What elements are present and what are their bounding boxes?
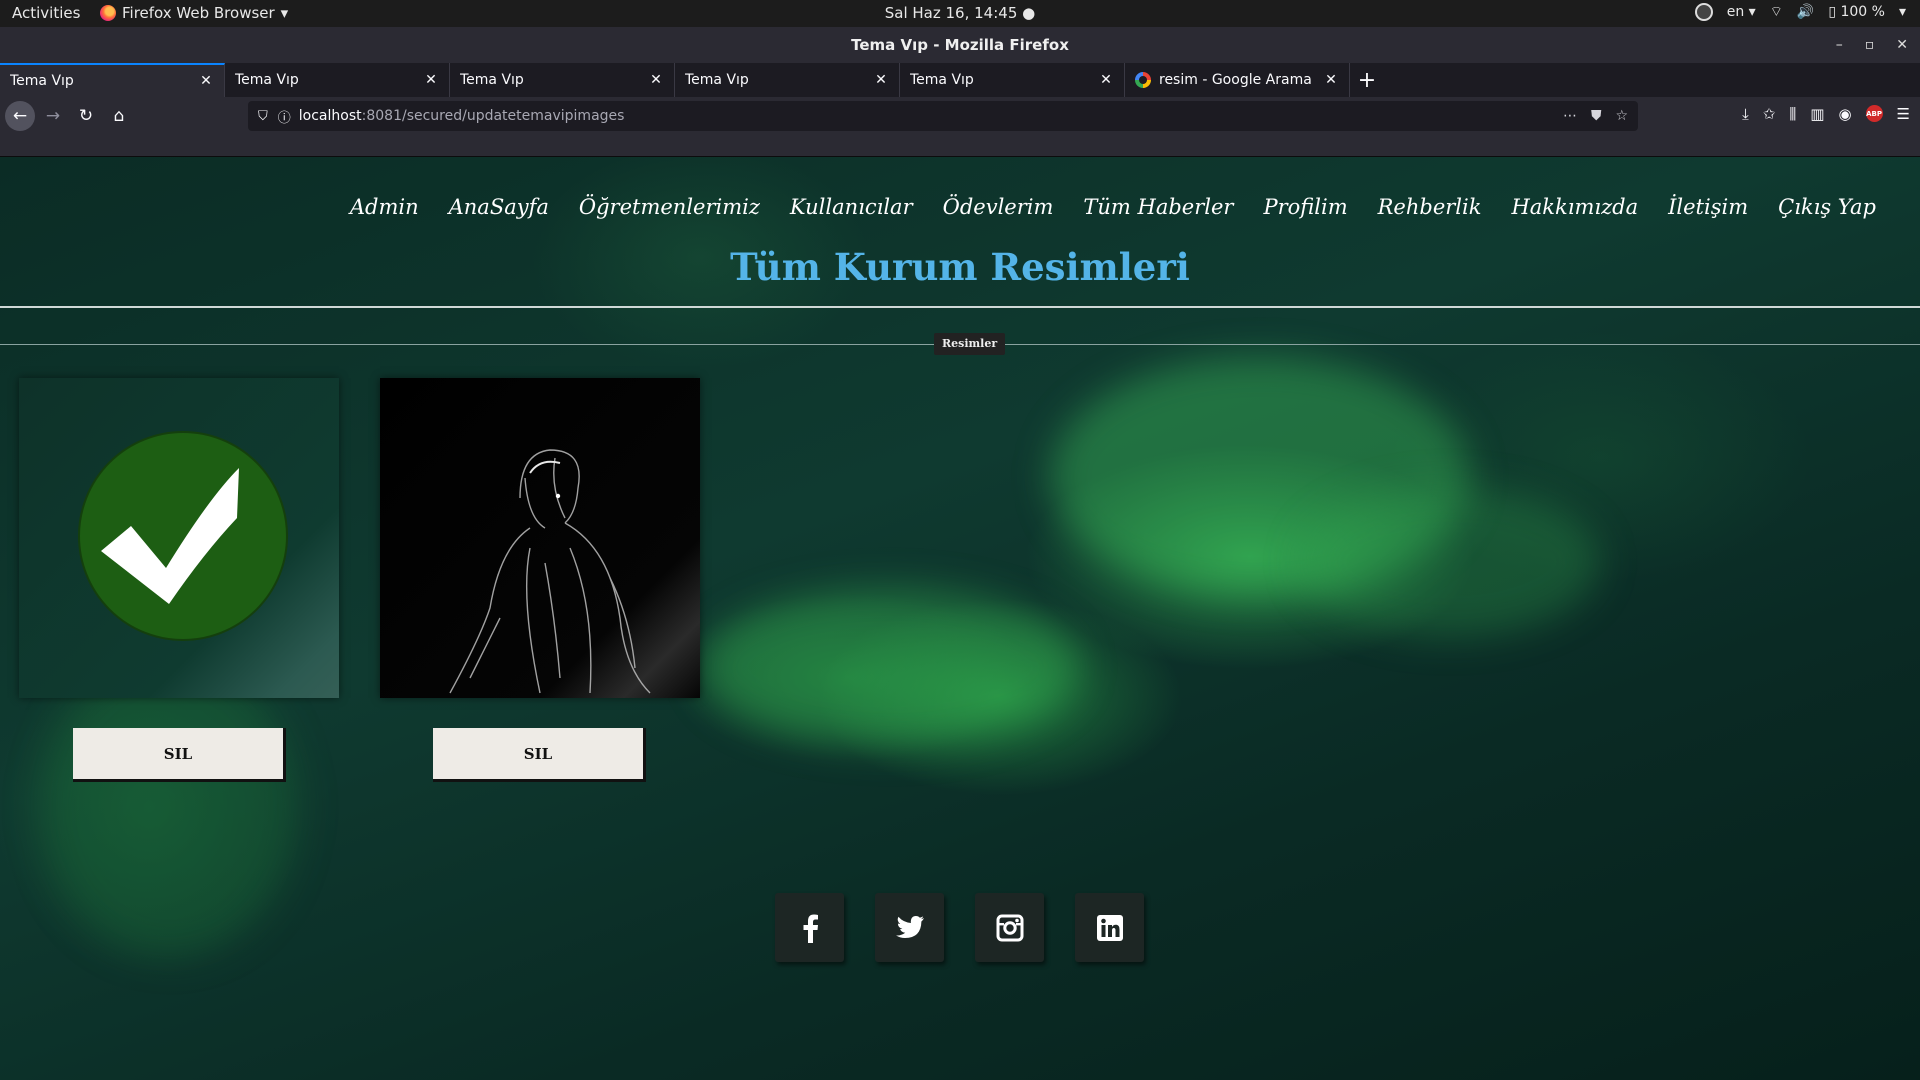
instagram-link[interactable] bbox=[975, 893, 1044, 962]
system-menu-chevron-icon[interactable]: ▾ bbox=[1899, 4, 1906, 20]
maximize-icon[interactable]: ▫ bbox=[1865, 27, 1875, 63]
linkedin-icon bbox=[1096, 914, 1123, 941]
back-button[interactable]: ← bbox=[5, 101, 35, 131]
account-icon[interactable]: ◉ bbox=[1838, 105, 1851, 123]
tab[interactable]: resim - Google Arama ✕ bbox=[1125, 63, 1350, 97]
language-label: en bbox=[1726, 4, 1745, 20]
page-title: Tüm Kurum Resimleri bbox=[730, 245, 1190, 289]
twitter-link[interactable] bbox=[875, 893, 944, 962]
chevron-down-icon: ▾ bbox=[280, 4, 289, 22]
volume-icon: 🔊 bbox=[1796, 4, 1815, 20]
close-tab-icon[interactable]: ✕ bbox=[423, 72, 439, 88]
nav-ogretmenlerimiz[interactable]: Öğretmenlerimiz bbox=[579, 195, 760, 219]
navigation-toolbar: ← → ↻ ⌂ ⛉ ⓘ localhost:8081/secured/updat… bbox=[0, 97, 1920, 135]
tab-label: Tema Vıp bbox=[685, 72, 749, 88]
url-path: :8081/secured/updatetemavipimages bbox=[361, 108, 625, 124]
minimize-icon[interactable]: – bbox=[1836, 27, 1843, 63]
tab[interactable]: Tema Vıp ✕ bbox=[225, 63, 450, 97]
facebook-icon bbox=[803, 914, 818, 943]
tab[interactable]: Tema Vıp ✕ bbox=[0, 63, 225, 97]
library-icon[interactable]: ⫼ bbox=[1789, 105, 1796, 123]
bookmark-star-icon[interactable]: ☆ bbox=[1615, 108, 1628, 124]
forward-button[interactable]: → bbox=[38, 101, 68, 131]
tab[interactable]: Tema Vıp ✕ bbox=[900, 63, 1125, 97]
home-button[interactable]: ⌂ bbox=[104, 101, 134, 131]
nav-admin[interactable]: Admin bbox=[350, 195, 419, 219]
close-tab-icon[interactable]: ✕ bbox=[1323, 72, 1339, 88]
accessibility-icon[interactable] bbox=[1694, 3, 1713, 21]
nav-kullanicilar[interactable]: Kullanıcılar bbox=[790, 195, 913, 219]
close-tab-icon[interactable]: ✕ bbox=[1098, 72, 1114, 88]
social-links bbox=[775, 893, 1144, 962]
linkedin-link[interactable] bbox=[1075, 893, 1144, 962]
nav-profilim[interactable]: Profilim bbox=[1263, 195, 1347, 219]
app-menu-label: Firefox Web Browser bbox=[122, 4, 275, 22]
reload-button[interactable]: ↻ bbox=[71, 101, 101, 131]
system-top-bar: Activities Firefox Web Browser ▾ Sal Haz… bbox=[0, 0, 1920, 27]
wifi-icon: ⌔ bbox=[1769, 4, 1783, 20]
close-tab-icon[interactable]: ✕ bbox=[648, 72, 664, 88]
checkmark-image bbox=[19, 378, 339, 698]
main-nav: Admin AnaSayfa Öğretmenlerimiz Kullanıcı… bbox=[350, 195, 1876, 219]
twitter-icon bbox=[895, 915, 924, 938]
tab-label: Tema Vıp bbox=[235, 72, 299, 88]
divider bbox=[0, 306, 1920, 308]
battery-label: 100 % bbox=[1840, 4, 1885, 20]
more-actions-icon[interactable]: ⋯ bbox=[1563, 108, 1577, 124]
url-bar[interactable]: ⛉ ⓘ localhost:8081/secured/updatetemavip… bbox=[248, 101, 1638, 131]
window-titlebar: Tema Vıp - Mozilla Firefox – ▫ ✕ bbox=[0, 27, 1920, 63]
language-indicator[interactable]: en ▾ bbox=[1727, 4, 1756, 20]
clock[interactable]: Sal Haz 16, 14:45 bbox=[885, 4, 1018, 22]
page-content: Admin AnaSayfa Öğretmenlerimiz Kullanıcı… bbox=[0, 157, 1920, 1080]
tab-label: Tema Vıp bbox=[910, 72, 974, 88]
background-fern bbox=[40, 657, 300, 957]
new-tab-button[interactable]: + bbox=[1350, 63, 1384, 97]
nav-iletisim[interactable]: İletişim bbox=[1668, 195, 1748, 219]
facebook-link[interactable] bbox=[775, 893, 844, 962]
close-tab-icon[interactable]: ✕ bbox=[873, 72, 889, 88]
hamburger-menu-icon[interactable]: ☰ bbox=[1897, 105, 1910, 123]
tab-strip: Tema Vıp ✕ Tema Vıp ✕ Tema Vıp ✕ Tema Vı… bbox=[0, 63, 1920, 97]
shield-icon[interactable]: ⛉ bbox=[258, 109, 268, 124]
tab-label: Tema Vıp bbox=[460, 72, 524, 88]
tab[interactable]: Tema Vıp ✕ bbox=[675, 63, 900, 97]
delete-image-button[interactable]: SIL bbox=[433, 728, 646, 782]
checkmark-icon bbox=[78, 431, 288, 641]
tab[interactable]: Tema Vıp ✕ bbox=[450, 63, 675, 97]
notification-dot-icon: ● bbox=[1022, 4, 1036, 22]
pocket-icon[interactable]: ⛊ bbox=[1591, 108, 1602, 124]
nav-odevlerim[interactable]: Ödevlerim bbox=[943, 195, 1054, 219]
delete-image-button[interactable]: SIL bbox=[73, 728, 286, 782]
figure-illustration bbox=[449, 449, 651, 694]
battery-indicator: ▯ 100 % bbox=[1828, 4, 1885, 20]
instagram-icon bbox=[996, 914, 1023, 941]
firefox-icon bbox=[100, 5, 116, 21]
sidebar-icon[interactable]: ▥ bbox=[1810, 105, 1824, 123]
section-label: Resimler bbox=[934, 333, 1006, 355]
background-fern bbox=[1300, 487, 1600, 637]
background-fern bbox=[700, 587, 1080, 747]
window-title: Tema Vıp - Mozilla Firefox bbox=[851, 36, 1069, 54]
download-icon[interactable]: ⤓ bbox=[1742, 105, 1749, 123]
toolbar-spacer bbox=[0, 135, 1920, 157]
nav-rehberlik[interactable]: Rehberlik bbox=[1378, 195, 1482, 219]
adblock-icon[interactable]: ABP bbox=[1865, 105, 1883, 122]
url-host: localhost bbox=[298, 108, 362, 124]
nav-hakkimizda[interactable]: Hakkımızda bbox=[1511, 195, 1638, 219]
activities-button[interactable]: Activities bbox=[12, 4, 80, 22]
google-icon bbox=[1135, 72, 1151, 88]
nav-tum-haberler[interactable]: Tüm Haberler bbox=[1083, 195, 1233, 219]
nav-cikis-yap[interactable]: Çıkış Yap bbox=[1778, 195, 1876, 219]
info-icon[interactable]: ⓘ bbox=[278, 107, 291, 126]
tab-label: Tema Vıp bbox=[10, 73, 74, 89]
system-tray[interactable]: en ▾ ⌔ 🔊 ▯ 100 % ▾ bbox=[1694, 3, 1906, 21]
tab-label: resim - Google Arama bbox=[1159, 72, 1312, 88]
close-tab-icon[interactable]: ✕ bbox=[198, 73, 214, 89]
app-menu[interactable]: Firefox Web Browser ▾ bbox=[100, 4, 288, 22]
dark-figure-image bbox=[380, 378, 700, 698]
close-window-icon[interactable]: ✕ bbox=[1896, 27, 1908, 63]
nav-anasayfa[interactable]: AnaSayfa bbox=[449, 195, 549, 219]
bookmarks-menu-icon[interactable]: ✩ bbox=[1763, 105, 1776, 123]
